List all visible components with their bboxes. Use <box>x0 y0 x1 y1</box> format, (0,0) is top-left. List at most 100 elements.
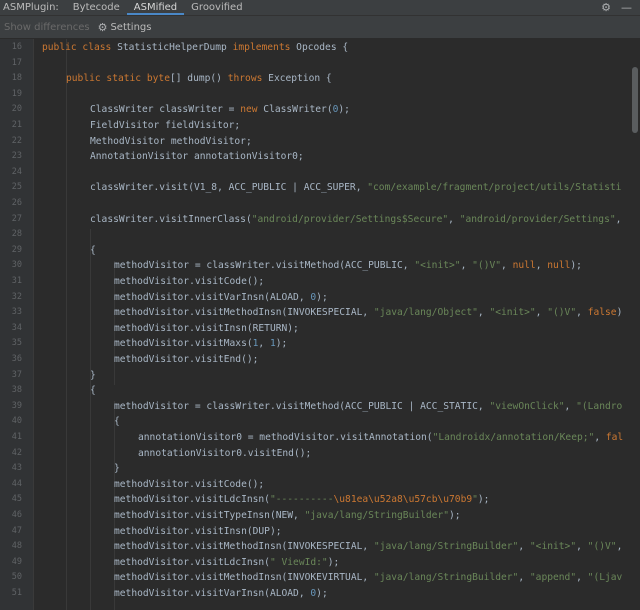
code-token: ClassWriter classWriter = <box>90 104 241 116</box>
code-line[interactable]: 39 methodVisitor = classWriter.visitMetho… <box>0 399 640 415</box>
code-line[interactable]: 40 { <box>0 414 640 430</box>
code-token: methodVisitor.visitMaxs( <box>114 338 253 350</box>
code-line[interactable]: 22 MethodVisitor methodVisitor; <box>0 134 640 150</box>
code-token: , <box>518 541 530 553</box>
line-code: methodVisitor.visitMethodInsn(INVOKEVIRT… <box>114 570 622 586</box>
line-code: methodVisitor.visitTypeInsn(NEW, "java/l… <box>114 508 461 524</box>
code-line[interactable]: 45 methodVisitor.visitLdcInsn("----------… <box>0 492 640 508</box>
code-line[interactable]: 30 methodVisitor = classWriter.visitMetho… <box>0 258 640 274</box>
line-number: 26 <box>11 198 22 208</box>
code-line[interactable]: 37} <box>0 368 640 384</box>
code-line[interactable]: 48 methodVisitor.visitMethodInsn(INVOKESP… <box>0 539 640 555</box>
line-code: } <box>114 461 120 477</box>
line-number: 46 <box>11 510 22 520</box>
line-number: 45 <box>11 494 22 505</box>
code-line[interactable]: 28 <box>0 227 640 243</box>
code-token: , <box>535 260 548 272</box>
plugin-tab-bar: ASMPlugin: Bytecode ASMified Groovified … <box>0 0 640 16</box>
code-line[interactable]: 31 methodVisitor.visitCode(); <box>0 274 640 290</box>
code-line[interactable]: 42 annotationVisitor0.visitEnd(); <box>0 446 640 462</box>
code-line[interactable]: 17 <box>0 56 640 72</box>
code-token: ); <box>275 338 288 350</box>
code-token: , <box>501 260 513 272</box>
line-code: methodVisitor.visitInsn(DUP); <box>114 524 282 540</box>
gear-icon[interactable]: ⚙ <box>601 1 611 14</box>
code-line[interactable]: 23 AnnotationVisitor annotationVisitor0; <box>0 149 640 165</box>
code-token: null <box>547 260 571 272</box>
code-token: , <box>258 338 270 350</box>
code-line[interactable]: 41 annotationVisitor0 = methodVisitor.vis… <box>0 430 640 446</box>
code-token: , <box>615 213 622 225</box>
code-line[interactable]: 16 public class StatisticHelperDump imple… <box>0 40 640 56</box>
line-code: classWriter.visitInnerClass("android/pro… <box>90 212 621 228</box>
line-code: methodVisitor.visitMethodInsn(INVOKESPEC… <box>114 305 622 321</box>
line-number: 44 <box>11 478 22 489</box>
code-token: } <box>90 369 96 381</box>
line-code: methodVisitor.visitVarInsn(ALOAD, 0); <box>114 586 328 602</box>
code-line[interactable]: 51 methodVisitor.visitVarInsn(ALOAD, 0); <box>0 586 640 602</box>
code-line[interactable]: 43} <box>0 461 640 477</box>
line-code: methodVisitor = classWriter.visitMethod(… <box>114 258 582 274</box>
code-token: MethodVisitor methodVisitor; <box>90 135 252 147</box>
line-code: annotationVisitor0.visitEnd(); <box>138 446 311 462</box>
line-number: 35 <box>11 338 22 349</box>
line-code: public static byte[] dump() throws Excep… <box>66 71 332 87</box>
code-token: "java/lang/StringBuilder" <box>373 572 519 584</box>
tab-asmplugin[interactable]: ASMPlugin: <box>0 0 66 15</box>
code-line[interactable]: 38 { <box>0 383 640 399</box>
code-token: Opcodes { <box>296 42 349 53</box>
code-token: , <box>576 541 588 553</box>
code-line[interactable]: 32 methodVisitor.visitVarInsn(ALOAD, 0); <box>0 290 640 306</box>
code-line[interactable]: 47 methodVisitor.visitInsn(DUP); <box>0 524 640 540</box>
code-line[interactable]: 20 ClassWriter classWriter = new ClassWri… <box>0 102 640 118</box>
show-differences-toggle[interactable]: Show differences <box>0 22 90 33</box>
code-line[interactable]: 49 methodVisitor.visitLdcInsn(" ViewId:")… <box>0 555 640 571</box>
minimize-icon[interactable]: — <box>621 1 632 14</box>
line-code: AnnotationVisitor annotationVisitor0; <box>90 149 304 165</box>
code-line[interactable]: 29 { <box>0 243 640 259</box>
tab-bytecode[interactable]: Bytecode <box>66 0 127 15</box>
code-token: annotationVisitor0.visitEnd(); <box>138 447 312 459</box>
code-token: "com/example/fragment/project/utils/Stat… <box>367 182 622 194</box>
code-editor[interactable]: 16 public class StatisticHelperDump imple… <box>0 39 640 610</box>
line-number: 29 <box>11 244 22 255</box>
code-token: { <box>90 244 96 256</box>
line-number: 41 <box>11 432 22 442</box>
code-line[interactable]: 35 methodVisitor.visitMaxs(1, 1); <box>0 336 640 352</box>
line-number: 20 <box>11 104 22 115</box>
line-number: 40 <box>11 416 22 427</box>
code-line[interactable]: 19 <box>0 87 640 103</box>
asm-toolbar: Show differences ⚙ Settings <box>0 16 640 39</box>
code-token: classWriter.visitInnerClass( <box>90 213 252 225</box>
code-token: "android/provider/Settings$Secure" <box>251 213 449 225</box>
code-line[interactable]: 50 methodVisitor.visitMethodInsn(INVOKEVI… <box>0 570 640 586</box>
code-token: FieldVisitor fieldVisitor; <box>90 120 241 131</box>
code-line[interactable]: 27 classWriter.visitInnerClass("android/p… <box>0 212 640 228</box>
line-code: ClassWriter classWriter = new ClassWrite… <box>90 102 350 118</box>
code-line[interactable]: 26 <box>0 196 640 212</box>
code-line[interactable]: 21 FieldVisitor fieldVisitor; <box>0 118 640 134</box>
code-line[interactable]: 18 public static byte[] dump() throws Exc… <box>0 71 640 87</box>
code-token: , <box>460 260 473 272</box>
tab-groovified[interactable]: Groovified <box>184 0 249 15</box>
settings-button[interactable]: ⚙ Settings <box>98 21 152 34</box>
code-line[interactable]: 25 classWriter.visit(V1_8, ACC_PUBLIC | A… <box>0 180 640 196</box>
code-token: , <box>576 307 588 319</box>
vertical-scrollbar[interactable] <box>632 67 638 133</box>
code-token: methodVisitor.visitVarInsn(ALOAD, <box>114 588 311 599</box>
code-token: methodVisitor.visitLdcInsn( <box>114 556 270 568</box>
code-token: , <box>535 307 548 319</box>
code-line[interactable]: 34 methodVisitor.visitInsn(RETURN); <box>0 321 640 337</box>
line-code: public class StatisticHelperDump impleme… <box>42 40 348 56</box>
code-line[interactable]: 33 methodVisitor.visitMethodInsn(INVOKESP… <box>0 305 640 321</box>
code-token: Exception { <box>268 73 332 85</box>
code-line[interactable]: 44 methodVisitor.visitCode(); <box>0 477 640 493</box>
code-token: , <box>477 307 490 319</box>
code-line[interactable]: 46 methodVisitor.visitTypeInsn(NEW, "java… <box>0 508 640 524</box>
line-code: MethodVisitor methodVisitor; <box>90 134 252 150</box>
tab-asmified[interactable]: ASMified <box>126 0 185 15</box>
code-token: ); <box>449 510 461 521</box>
code-line[interactable]: 24 <box>0 165 640 181</box>
line-code: methodVisitor.visitMethodInsn(INVOKESPEC… <box>114 539 622 555</box>
code-line[interactable]: 36 methodVisitor.visitEnd(); <box>0 352 640 368</box>
